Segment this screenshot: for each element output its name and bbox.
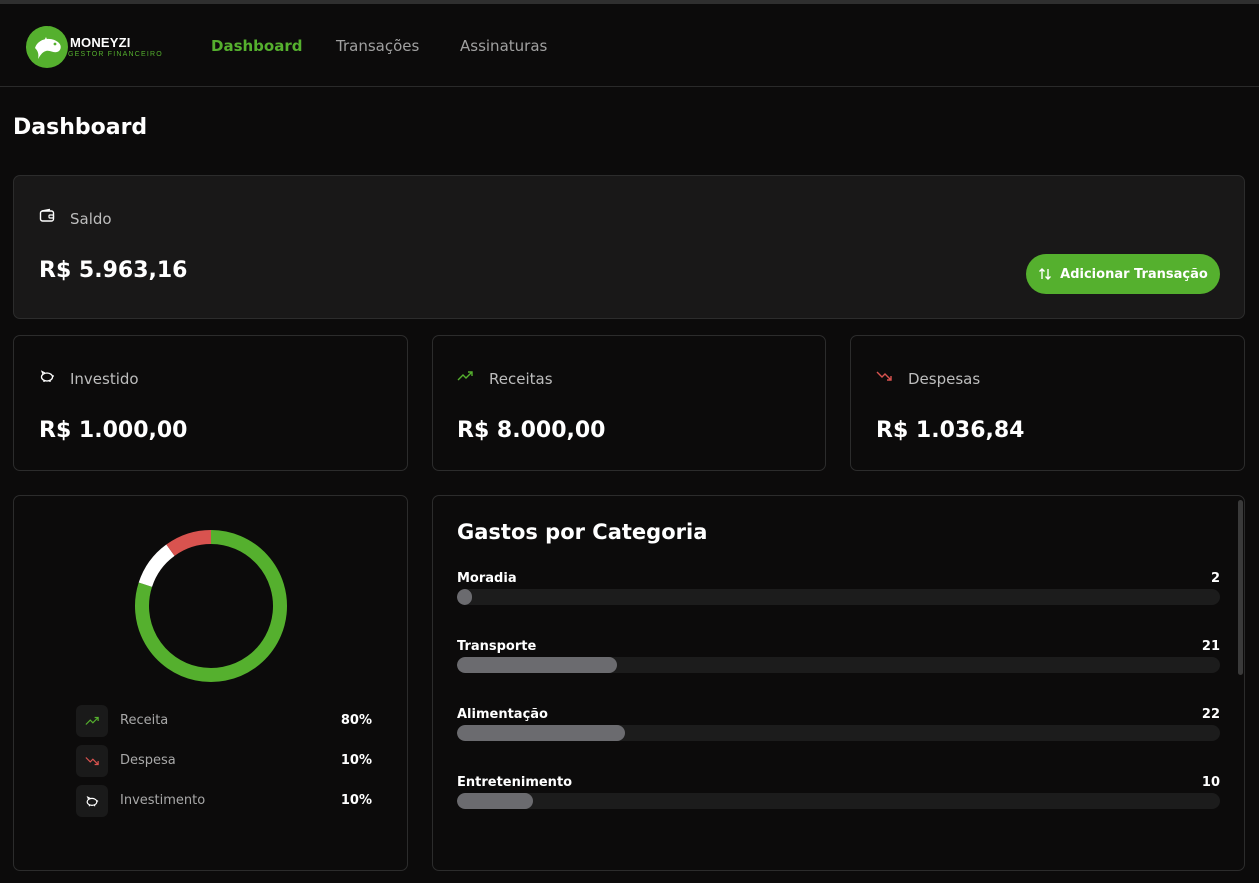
expenses-card: Despesas R$ 1.036,84 xyxy=(850,335,1245,471)
legend-receita-percent: 80% xyxy=(340,713,372,728)
category-progress-fill xyxy=(457,657,618,673)
trending-up-icon xyxy=(85,716,99,725)
category-progress-track xyxy=(457,657,1220,673)
income-card: Receitas R$ 8.000,00 xyxy=(432,335,826,471)
category-count: 21 xyxy=(1201,639,1220,654)
legend-investimento-icon-box xyxy=(76,785,108,817)
arrows-up-down-icon xyxy=(1039,268,1052,280)
trending-down-icon xyxy=(876,371,892,381)
category-row-alimentacao: Alimentação 22 xyxy=(457,707,1220,757)
category-name: Entretenimento xyxy=(457,775,573,790)
nav-assinaturas[interactable]: Assinaturas xyxy=(460,37,547,55)
trending-up-icon xyxy=(457,371,473,381)
category-progress-fill xyxy=(457,725,625,741)
top-navigation-bar: MONEYZI GESTOR FINANCEIRO Dashboard Tran… xyxy=(0,4,1259,87)
category-count: 2 xyxy=(1210,571,1220,586)
legend-despesa-icon-box xyxy=(76,745,108,777)
balance-label: Saldo xyxy=(70,210,112,228)
legend-row-investimento: Investimento 10% xyxy=(76,785,376,817)
income-label: Receitas xyxy=(489,370,553,388)
brand-tagline: GESTOR FINANCEIRO xyxy=(68,51,163,58)
trending-down-icon xyxy=(85,757,99,766)
legend-despesa-label: Despesa xyxy=(120,753,176,768)
legend-receita-icon-box xyxy=(76,705,108,737)
brand-name: MONEYZI xyxy=(70,35,131,50)
piggy-bank-icon xyxy=(40,370,54,382)
income-value: R$ 8.000,00 xyxy=(457,418,606,443)
invested-value: R$ 1.000,00 xyxy=(39,418,188,443)
legend-receita-label: Receita xyxy=(120,713,169,728)
category-name: Transporte xyxy=(457,639,537,654)
category-name: Alimentação xyxy=(457,707,548,722)
legend-despesa-percent: 10% xyxy=(340,753,372,768)
category-count: 22 xyxy=(1201,707,1220,722)
wallet-icon xyxy=(39,208,55,222)
nav-dashboard[interactable]: Dashboard xyxy=(211,37,302,55)
donut-slice-despesa xyxy=(166,530,212,556)
invested-label: Investido xyxy=(70,370,139,388)
category-section-title: Gastos por Categoria xyxy=(457,520,708,544)
legend-investimento-label: Investimento xyxy=(120,793,206,808)
category-progress-track xyxy=(457,589,1220,605)
legend-row-receita: Receita 80% xyxy=(76,705,376,737)
category-progress-fill xyxy=(457,589,473,605)
category-count: 10 xyxy=(1201,775,1220,790)
legend-row-despesa: Despesa 10% xyxy=(76,745,376,777)
category-row-entretenimento: Entretenimento 10 xyxy=(457,775,1220,825)
moneyzi-logo[interactable]: MONEYZI GESTOR FINANCEIRO xyxy=(22,18,172,74)
balance-value: R$ 5.963,16 xyxy=(39,258,188,283)
distribution-chart-card: Receita 80% Despesa 10% Investimento 10% xyxy=(13,495,408,871)
balance-card: Saldo R$ 5.963,16 xyxy=(13,175,1245,319)
category-progress-track xyxy=(457,725,1220,741)
dolphin-logo-icon xyxy=(26,26,68,68)
category-name: Moradia xyxy=(457,571,517,586)
spending-by-category-card: Gastos por Categoria Moradia 2 Transport… xyxy=(432,495,1245,871)
nav-transacoes[interactable]: Transações xyxy=(336,37,419,55)
add-transaction-button[interactable]: Adicionar Transação xyxy=(1026,254,1220,294)
add-transaction-label: Adicionar Transação xyxy=(1060,266,1208,282)
expenses-label: Despesas xyxy=(908,370,981,388)
piggy-bank-icon xyxy=(86,795,99,807)
donut-slice-investimento xyxy=(138,544,175,588)
category-list-scrollbar[interactable] xyxy=(1238,500,1243,675)
category-row-moradia: Moradia 2 xyxy=(457,571,1220,621)
category-row-transporte: Transporte 21 xyxy=(457,639,1220,689)
category-progress-track xyxy=(457,793,1220,809)
invested-card: Investido R$ 1.000,00 xyxy=(13,335,408,471)
distribution-donut-chart xyxy=(135,530,287,682)
page-title: Dashboard xyxy=(13,115,148,140)
legend-investimento-percent: 10% xyxy=(340,793,372,808)
category-progress-fill xyxy=(457,793,534,809)
expenses-value: R$ 1.036,84 xyxy=(876,418,1025,443)
